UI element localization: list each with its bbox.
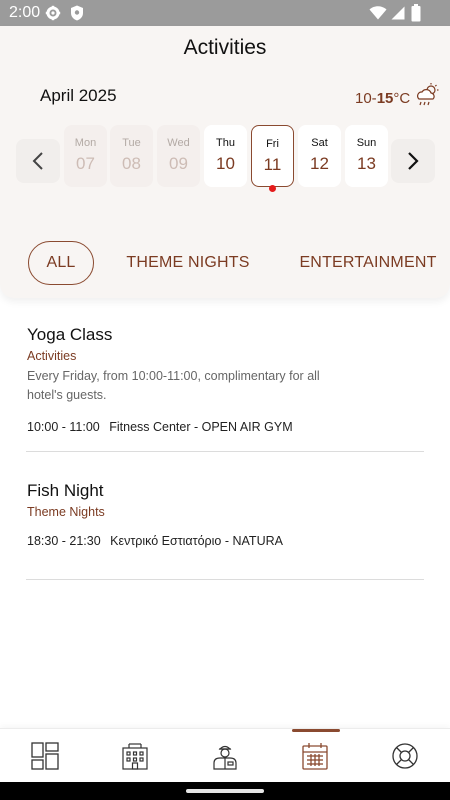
day-name: Mon [74, 137, 97, 149]
day-wed[interactable]: Wed 09 [157, 125, 200, 187]
event-category: Activities [27, 349, 77, 363]
day-name: Thu [216, 137, 235, 149]
next-week-button[interactable] [391, 139, 435, 183]
tab-help[interactable] [360, 729, 450, 783]
event-item[interactable]: Yoga Class Activities Every Friday, from… [27, 325, 424, 434]
event-meta: 10:00 - 11:00 Fitness Center - OPEN AIR … [27, 420, 424, 434]
bottom-nav [0, 728, 450, 783]
prev-week-button[interactable] [16, 139, 60, 183]
event-indicator-dot [269, 185, 276, 192]
event-title: Fish Night [27, 481, 104, 500]
shield-icon [71, 5, 83, 21]
status-time: 2:00 [9, 4, 41, 21]
filter-theme-nights[interactable]: THEME NIGHTS [118, 241, 258, 285]
event-location: Κεντρικό Εστιατόριο - NATURA [110, 534, 283, 548]
event-time: 10:00 - 11:00 [27, 420, 100, 434]
day-tue[interactable]: Tue 08 [110, 125, 153, 187]
tab-hotel[interactable] [90, 729, 180, 783]
day-fri[interactable]: Fri 11 [251, 125, 294, 187]
cloud-rain-icon [417, 83, 439, 106]
day-name: Sat [311, 137, 328, 149]
day-thu[interactable]: Thu 10 [204, 125, 247, 187]
weather-low: 10- [355, 90, 377, 107]
dashboard-icon [31, 742, 59, 770]
day-sat[interactable]: Sat 12 [298, 125, 341, 187]
day-sun[interactable]: Sun 13 [345, 125, 388, 187]
event-time: 18:30 - 21:30 [27, 534, 101, 548]
month-label: April 2025 [40, 86, 117, 105]
day-date: 12 [310, 154, 329, 173]
battery-icon [411, 4, 421, 22]
day-name: Fri [266, 138, 279, 150]
day-date: 08 [122, 154, 141, 173]
weather-temperature: 10-15°C [355, 90, 410, 107]
gear-icon [45, 5, 61, 21]
signal-icon [391, 6, 405, 20]
weather-unit: °C [393, 90, 411, 107]
event-meta: 18:30 - 21:30 Κεντρικό Εστιατόριο - NATU… [27, 534, 424, 548]
day-name: Tue [122, 137, 141, 149]
chevron-right-icon [408, 152, 419, 170]
day-mon[interactable]: Mon 07 [64, 125, 107, 187]
day-date: 13 [357, 154, 376, 173]
day-date: 07 [76, 154, 95, 173]
concierge-icon [213, 745, 237, 770]
day-date: 10 [216, 154, 235, 173]
event-title: Yoga Class [27, 325, 113, 344]
event-location: Fitness Center - OPEN AIR GYM [109, 420, 293, 434]
page-title: Activities [183, 36, 267, 59]
home-indicator[interactable] [186, 789, 264, 793]
status-bar: 2:00 [0, 0, 450, 26]
day-name: Sun [356, 137, 377, 149]
hotel-building-icon [122, 743, 148, 770]
event-description: Every Friday, from 10:00-11:00, complime… [27, 369, 320, 402]
day-date: 09 [169, 154, 188, 173]
wifi-icon [369, 6, 387, 20]
filter-all[interactable]: ALL [28, 241, 94, 285]
event-category: Theme Nights [27, 505, 105, 519]
day-name: Wed [167, 137, 190, 149]
weather-high: 15 [376, 90, 394, 107]
tab-dashboard[interactable] [0, 729, 90, 783]
tab-concierge[interactable] [180, 729, 270, 783]
day-date: 11 [263, 155, 282, 174]
tab-activities[interactable] [270, 729, 360, 783]
divider [26, 579, 424, 580]
filter-entertainment[interactable]: ENTERTAINMENT [292, 241, 444, 285]
chevron-left-icon [32, 152, 43, 170]
calendar-icon [302, 743, 328, 770]
lifebuoy-icon [392, 743, 418, 769]
event-item[interactable]: Fish Night Theme Nights 18:30 - 21:30 Κε… [27, 481, 424, 548]
divider [26, 451, 424, 452]
